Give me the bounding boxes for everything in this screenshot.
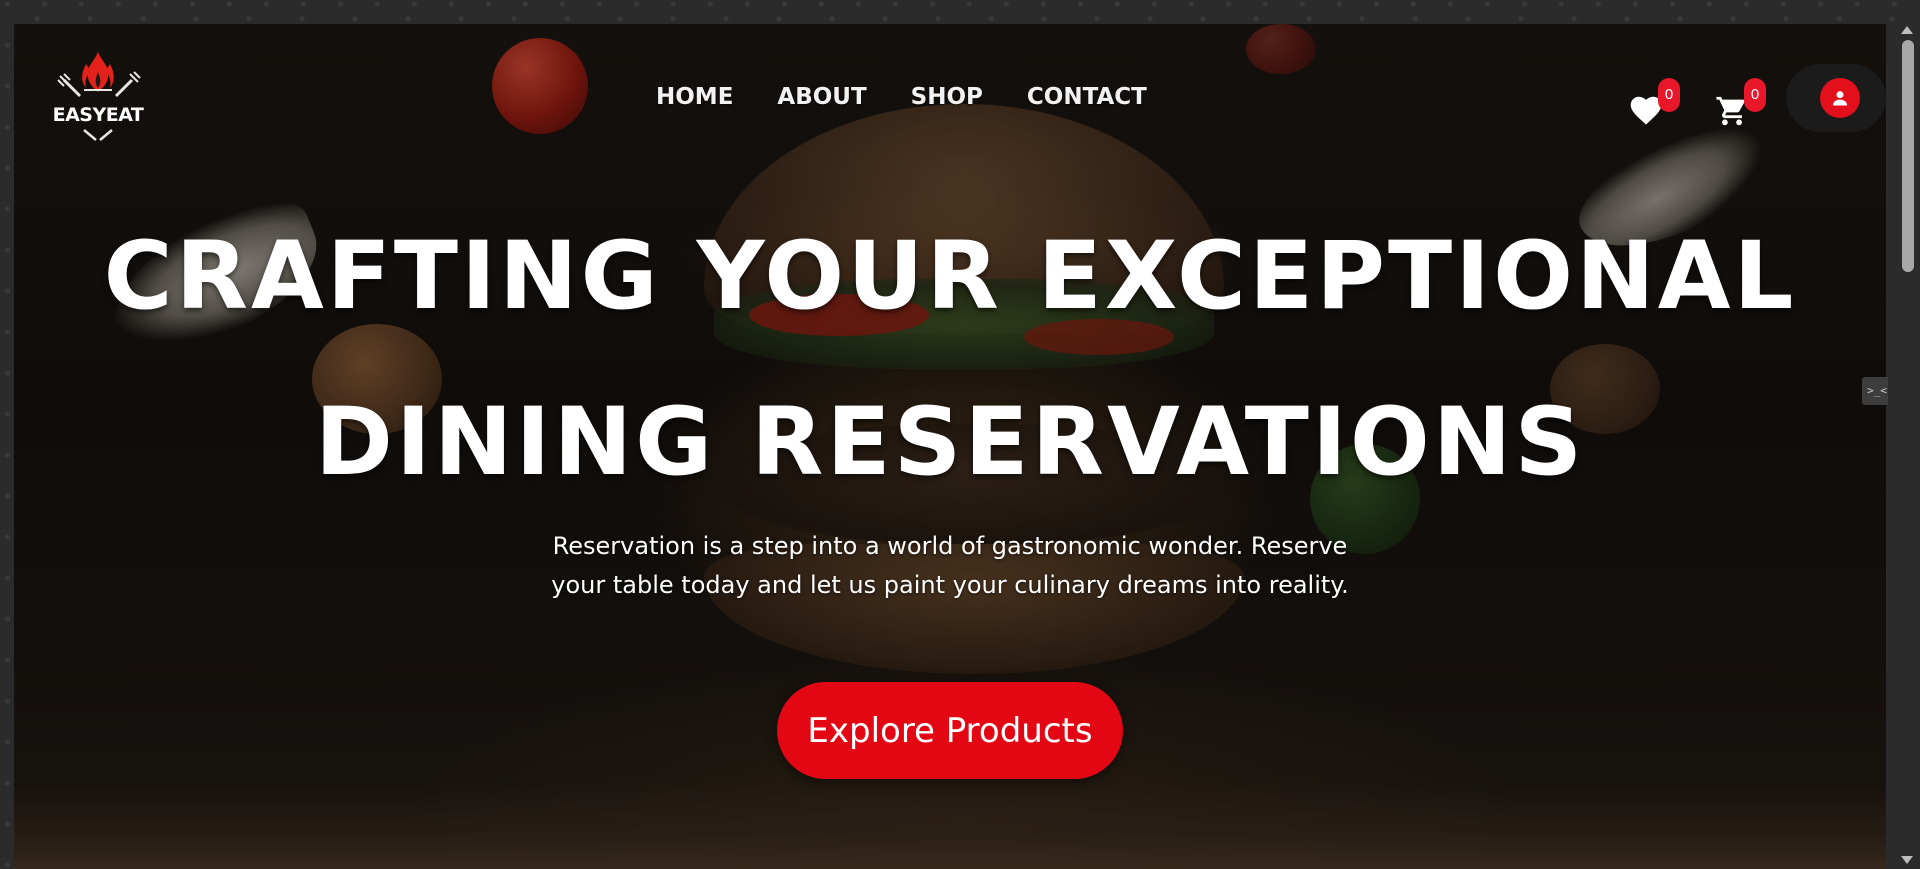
scroll-up-arrow-icon[interactable] bbox=[1901, 26, 1913, 34]
nav-contact[interactable]: CONTACT bbox=[1027, 84, 1147, 110]
brand-logo[interactable]: EASYEAT bbox=[50, 50, 146, 141]
account-button[interactable] bbox=[1786, 64, 1886, 132]
scroll-down-arrow-icon[interactable] bbox=[1901, 856, 1913, 864]
hero-title: CRAFTING YOUR EXCEPTIONAL DINING RESERVA… bbox=[14, 194, 1886, 526]
nav-shop[interactable]: SHOP bbox=[911, 84, 983, 110]
scrollbar-thumb[interactable] bbox=[1902, 40, 1914, 272]
nav-about[interactable]: ABOUT bbox=[777, 84, 866, 110]
user-icon bbox=[1832, 91, 1848, 106]
hero-title-line-2: DINING RESERVATIONS bbox=[314, 388, 1586, 497]
wishlist-count-badge: 0 bbox=[1658, 78, 1680, 112]
hero-title-line-1: CRAFTING YOUR EXCEPTIONAL bbox=[103, 222, 1797, 331]
wishlist-button[interactable]: 0 bbox=[1622, 78, 1680, 132]
brand-name: EASYEAT bbox=[52, 104, 144, 126]
cart-count-badge: 0 bbox=[1744, 78, 1766, 112]
hero-subtitle: Reservation is a step into a world of ga… bbox=[551, 532, 1349, 599]
nav-home[interactable]: HOME bbox=[656, 84, 733, 110]
explore-products-button[interactable]: Explore Products bbox=[777, 682, 1123, 779]
cart-button[interactable]: 0 bbox=[1708, 78, 1766, 132]
main-navigation: HOME ABOUT SHOP CONTACT bbox=[656, 84, 1191, 110]
flame-grill-logo-icon bbox=[57, 52, 141, 98]
hero-section: EASYEAT HOME ABOUT SHOP CONTACT 0 0 CRAF… bbox=[14, 24, 1886, 869]
crossed-utensils-icon bbox=[83, 129, 113, 141]
avatar bbox=[1820, 78, 1860, 118]
